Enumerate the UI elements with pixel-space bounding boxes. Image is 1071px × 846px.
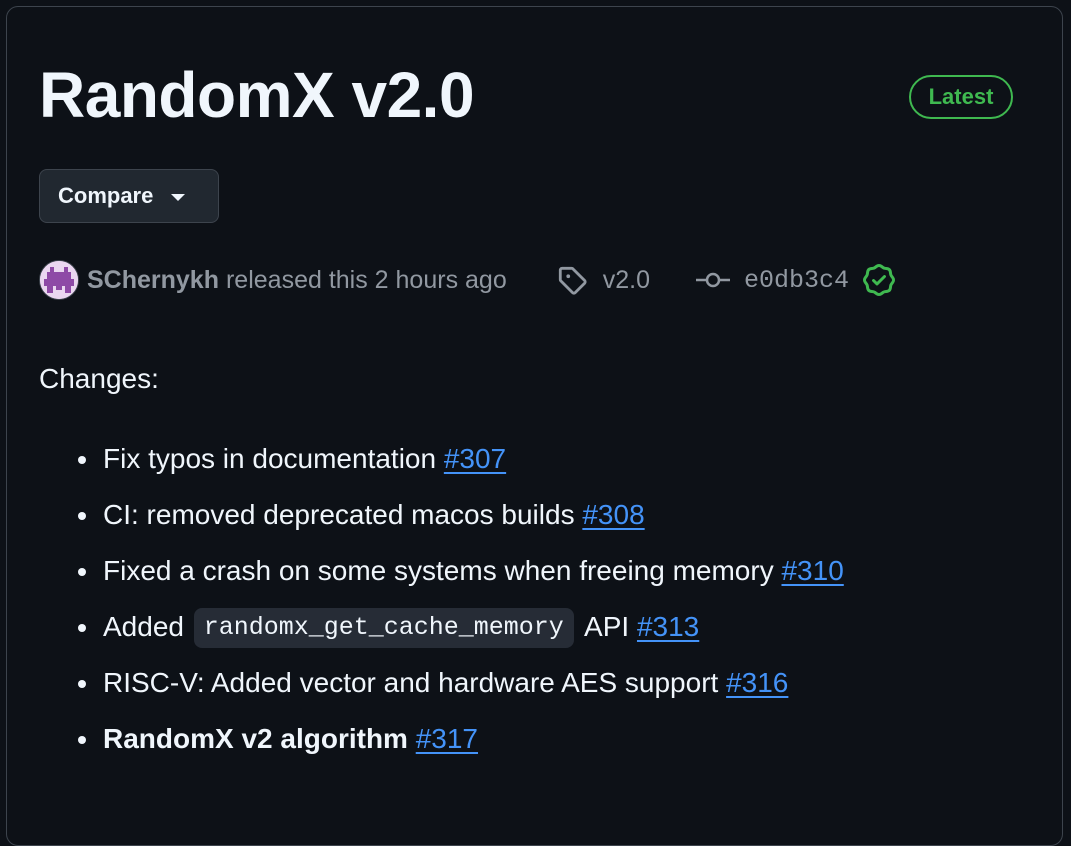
list-item: RandomX v2 algorithm #317 xyxy=(39,711,844,767)
change-text: Fix typos in documentation xyxy=(103,443,437,474)
triangle-down-icon xyxy=(171,193,186,201)
changes-heading: Changes: xyxy=(39,363,159,394)
inline-code: randomx_get_cache_memory xyxy=(193,608,574,648)
change-text: CI: removed deprecated macos builds xyxy=(103,499,575,530)
avatar-identicon xyxy=(40,261,78,299)
release-card: RandomX v2.0 Latest Compare SChernykh re… xyxy=(6,6,1063,846)
author-link[interactable]: SChernykh xyxy=(87,266,219,295)
change-text: RISC-V: Added vector and hardware AES su… xyxy=(103,667,719,698)
pr-link[interactable]: #307 xyxy=(444,443,506,474)
release-title[interactable]: RandomX v2.0 xyxy=(39,57,475,133)
pr-link[interactable]: #313 xyxy=(637,611,699,642)
commit-link[interactable]: e0db3c4 xyxy=(696,264,896,296)
avatar[interactable] xyxy=(39,260,79,300)
change-list: Fix typos in documentation #307 CI: remo… xyxy=(39,431,844,767)
tag-icon xyxy=(558,266,587,295)
tag-link[interactable]: v2.0 xyxy=(557,265,650,295)
list-item: CI: removed deprecated macos builds #308 xyxy=(39,487,844,543)
change-text: RandomX v2 algorithm xyxy=(103,723,408,754)
released-time: released this 2 hours ago xyxy=(225,265,507,294)
change-text: Added xyxy=(103,611,184,642)
change-text: API xyxy=(584,611,630,642)
pr-link[interactable]: #317 xyxy=(416,723,478,754)
pr-link[interactable]: #316 xyxy=(726,667,788,698)
list-item: RISC-V: Added vector and hardware AES su… xyxy=(39,655,844,711)
compare-button-label: Compare xyxy=(58,183,154,208)
verified-badge-icon[interactable] xyxy=(863,264,896,296)
list-item: Fix typos in documentation #307 xyxy=(39,431,844,487)
tag-label: v2.0 xyxy=(602,265,650,294)
list-item: Added randomx_get_cache_memory API #313 xyxy=(39,599,844,655)
pr-link[interactable]: #308 xyxy=(582,499,644,530)
list-item: Fixed a crash on some systems when freei… xyxy=(39,543,844,599)
release-meta: SChernykh released this 2 hours ago v2.0… xyxy=(39,259,896,301)
commit-sha: e0db3c4 xyxy=(744,265,850,295)
compare-button[interactable]: Compare xyxy=(39,169,219,223)
change-text: Fixed a crash on some systems when freei… xyxy=(103,555,774,586)
git-commit-icon xyxy=(696,272,730,288)
latest-badge: Latest xyxy=(909,75,1013,119)
pr-link[interactable]: #310 xyxy=(781,555,843,586)
